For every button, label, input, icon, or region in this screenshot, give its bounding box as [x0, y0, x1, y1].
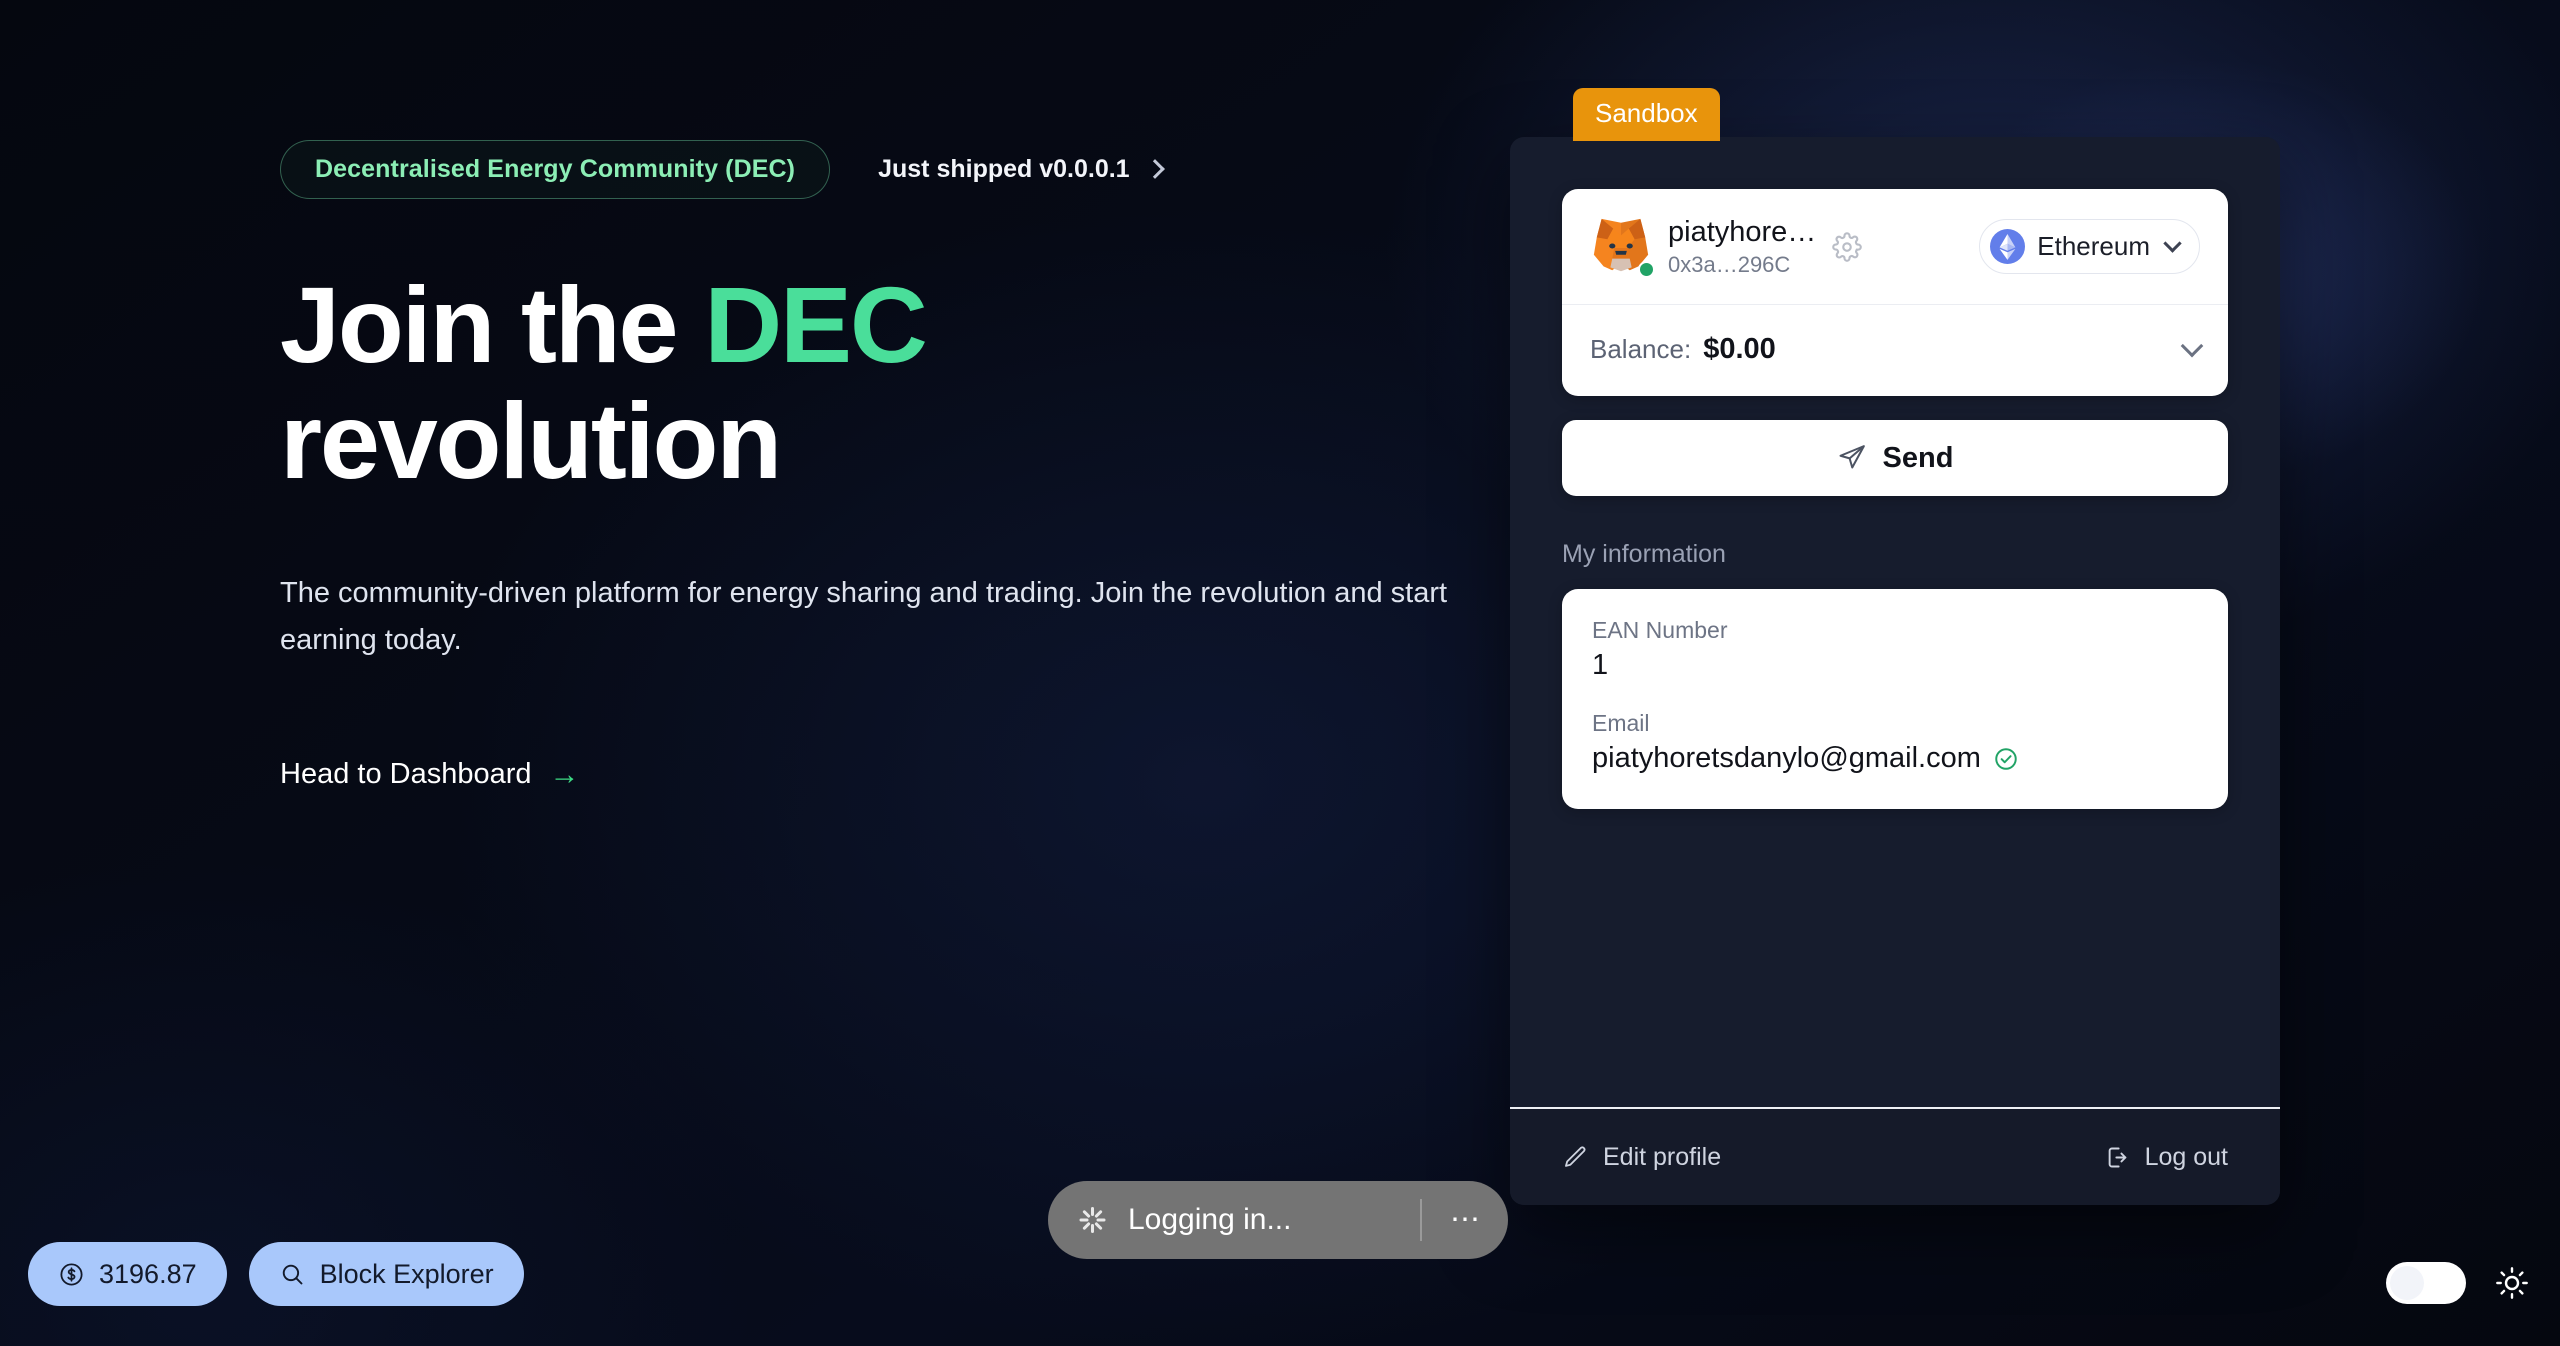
chain-name: Ethereum — [2037, 231, 2150, 262]
account-identity: piatyhore… 0x3a…296C — [1668, 215, 1816, 278]
chevron-down-icon[interactable] — [2180, 334, 2204, 358]
cta-label: Head to Dashboard — [280, 758, 532, 791]
theme-toggle[interactable] — [2386, 1262, 2466, 1304]
gear-icon[interactable] — [1832, 231, 1863, 262]
head-to-dashboard-link[interactable]: Head to Dashboard → — [280, 758, 580, 791]
connection-status-dot — [1638, 260, 1655, 278]
release-note-label: Just shipped v0.0.0.1 — [878, 155, 1130, 183]
hero-section: Decentralised Energy Community (DEC) Jus… — [280, 140, 1460, 791]
chain-selector[interactable]: Ethereum — [1979, 219, 2200, 275]
ethereum-icon — [1990, 229, 2026, 265]
arrow-right-icon: → — [549, 757, 580, 791]
edit-profile-button[interactable]: Edit profile — [1562, 1143, 1721, 1172]
account-card: piatyhore… 0x3a…296C Ethereum Balance: $… — [1562, 189, 2228, 397]
avatar — [1590, 216, 1655, 278]
environment-badge: Sandbox — [1573, 88, 1720, 141]
account-name: piatyhore… — [1668, 216, 1817, 248]
email-field-row: piatyhoretsdanylo@gmail.com — [1592, 742, 2198, 775]
title-part-plain: Join the — [280, 264, 705, 385]
hero-subtitle: The community-driven platform for energy… — [280, 577, 1448, 657]
verified-check-icon — [1993, 746, 2019, 772]
balance-pill-value: 3196.87 — [99, 1258, 197, 1289]
balance-pill-button[interactable]: 3196.87 — [28, 1242, 227, 1306]
wallet-footer: Edit profile Log out — [1510, 1107, 2280, 1205]
account-row: piatyhore… 0x3a…296C Ethereum — [1562, 189, 2228, 306]
wallet-panel-body: piatyhore… 0x3a…296C Ethereum Balance: $… — [1510, 137, 2280, 1107]
theme-toggle-knob — [2390, 1266, 2424, 1300]
email-field-value: piatyhoretsdanylo@gmail.com — [1592, 742, 1981, 775]
send-button[interactable]: Send — [1562, 420, 2228, 497]
block-explorer-label: Block Explorer — [319, 1258, 494, 1289]
release-note-link[interactable]: Just shipped v0.0.0.1 — [878, 155, 1165, 184]
title-part-line2: revolution — [280, 379, 782, 501]
hero-header-row: Decentralised Energy Community (DEC) Jus… — [280, 140, 1460, 199]
ean-field: EAN Number 1 — [1592, 617, 2198, 682]
toast-notification: Logging in... ⋯ — [1048, 1181, 1508, 1259]
chevron-right-icon — [1144, 158, 1165, 179]
community-badge[interactable]: Decentralised Energy Community (DEC) — [280, 140, 831, 199]
my-information-label: My information — [1562, 540, 1726, 569]
log-out-label: Log out — [2144, 1142, 2228, 1171]
balance-value: $0.00 — [1703, 333, 1776, 366]
balance-row[interactable]: Balance: $0.00 — [1562, 305, 2228, 396]
edit-profile-label: Edit profile — [1603, 1142, 1722, 1171]
paper-plane-icon — [1837, 443, 1867, 473]
pencil-icon — [1562, 1144, 1589, 1171]
bottom-left-toolbar: 3196.87 Block Explorer — [28, 1242, 524, 1306]
my-information-card: EAN Number 1 Email piatyhoretsdanylo@gma… — [1562, 589, 2228, 810]
log-out-button[interactable]: Log out — [2104, 1143, 2228, 1172]
ean-field-label: EAN Number — [1592, 617, 1728, 644]
toast-more-button[interactable]: ⋯ — [1422, 1205, 1482, 1235]
chevron-down-icon — [2163, 233, 2182, 253]
spinner-icon — [1074, 1202, 1110, 1238]
sun-icon[interactable] — [2494, 1265, 2530, 1301]
email-field: Email piatyhoretsdanylo@gmail.com — [1592, 710, 2198, 775]
balance-label: Balance: — [1590, 334, 1692, 365]
wallet-panel: piatyhore… 0x3a…296C Ethereum Balance: $… — [1510, 137, 2280, 1205]
email-field-label: Email — [1592, 710, 1650, 737]
toast-message: Logging in... — [1128, 1203, 1292, 1236]
search-icon — [279, 1261, 306, 1288]
field-spacer — [1592, 682, 2198, 710]
title-part-accent: DEC — [704, 264, 928, 385]
send-label: Send — [1882, 441, 1954, 474]
logout-icon — [2104, 1144, 2131, 1171]
ean-field-value: 1 — [1592, 649, 1609, 682]
bottom-right-toolbar — [2386, 1262, 2530, 1304]
page-title: Join the DEC revolution — [280, 267, 1040, 498]
dollar-circle-icon — [58, 1261, 85, 1288]
block-explorer-button[interactable]: Block Explorer — [248, 1242, 524, 1306]
account-address: 0x3a…296C — [1668, 252, 1791, 278]
